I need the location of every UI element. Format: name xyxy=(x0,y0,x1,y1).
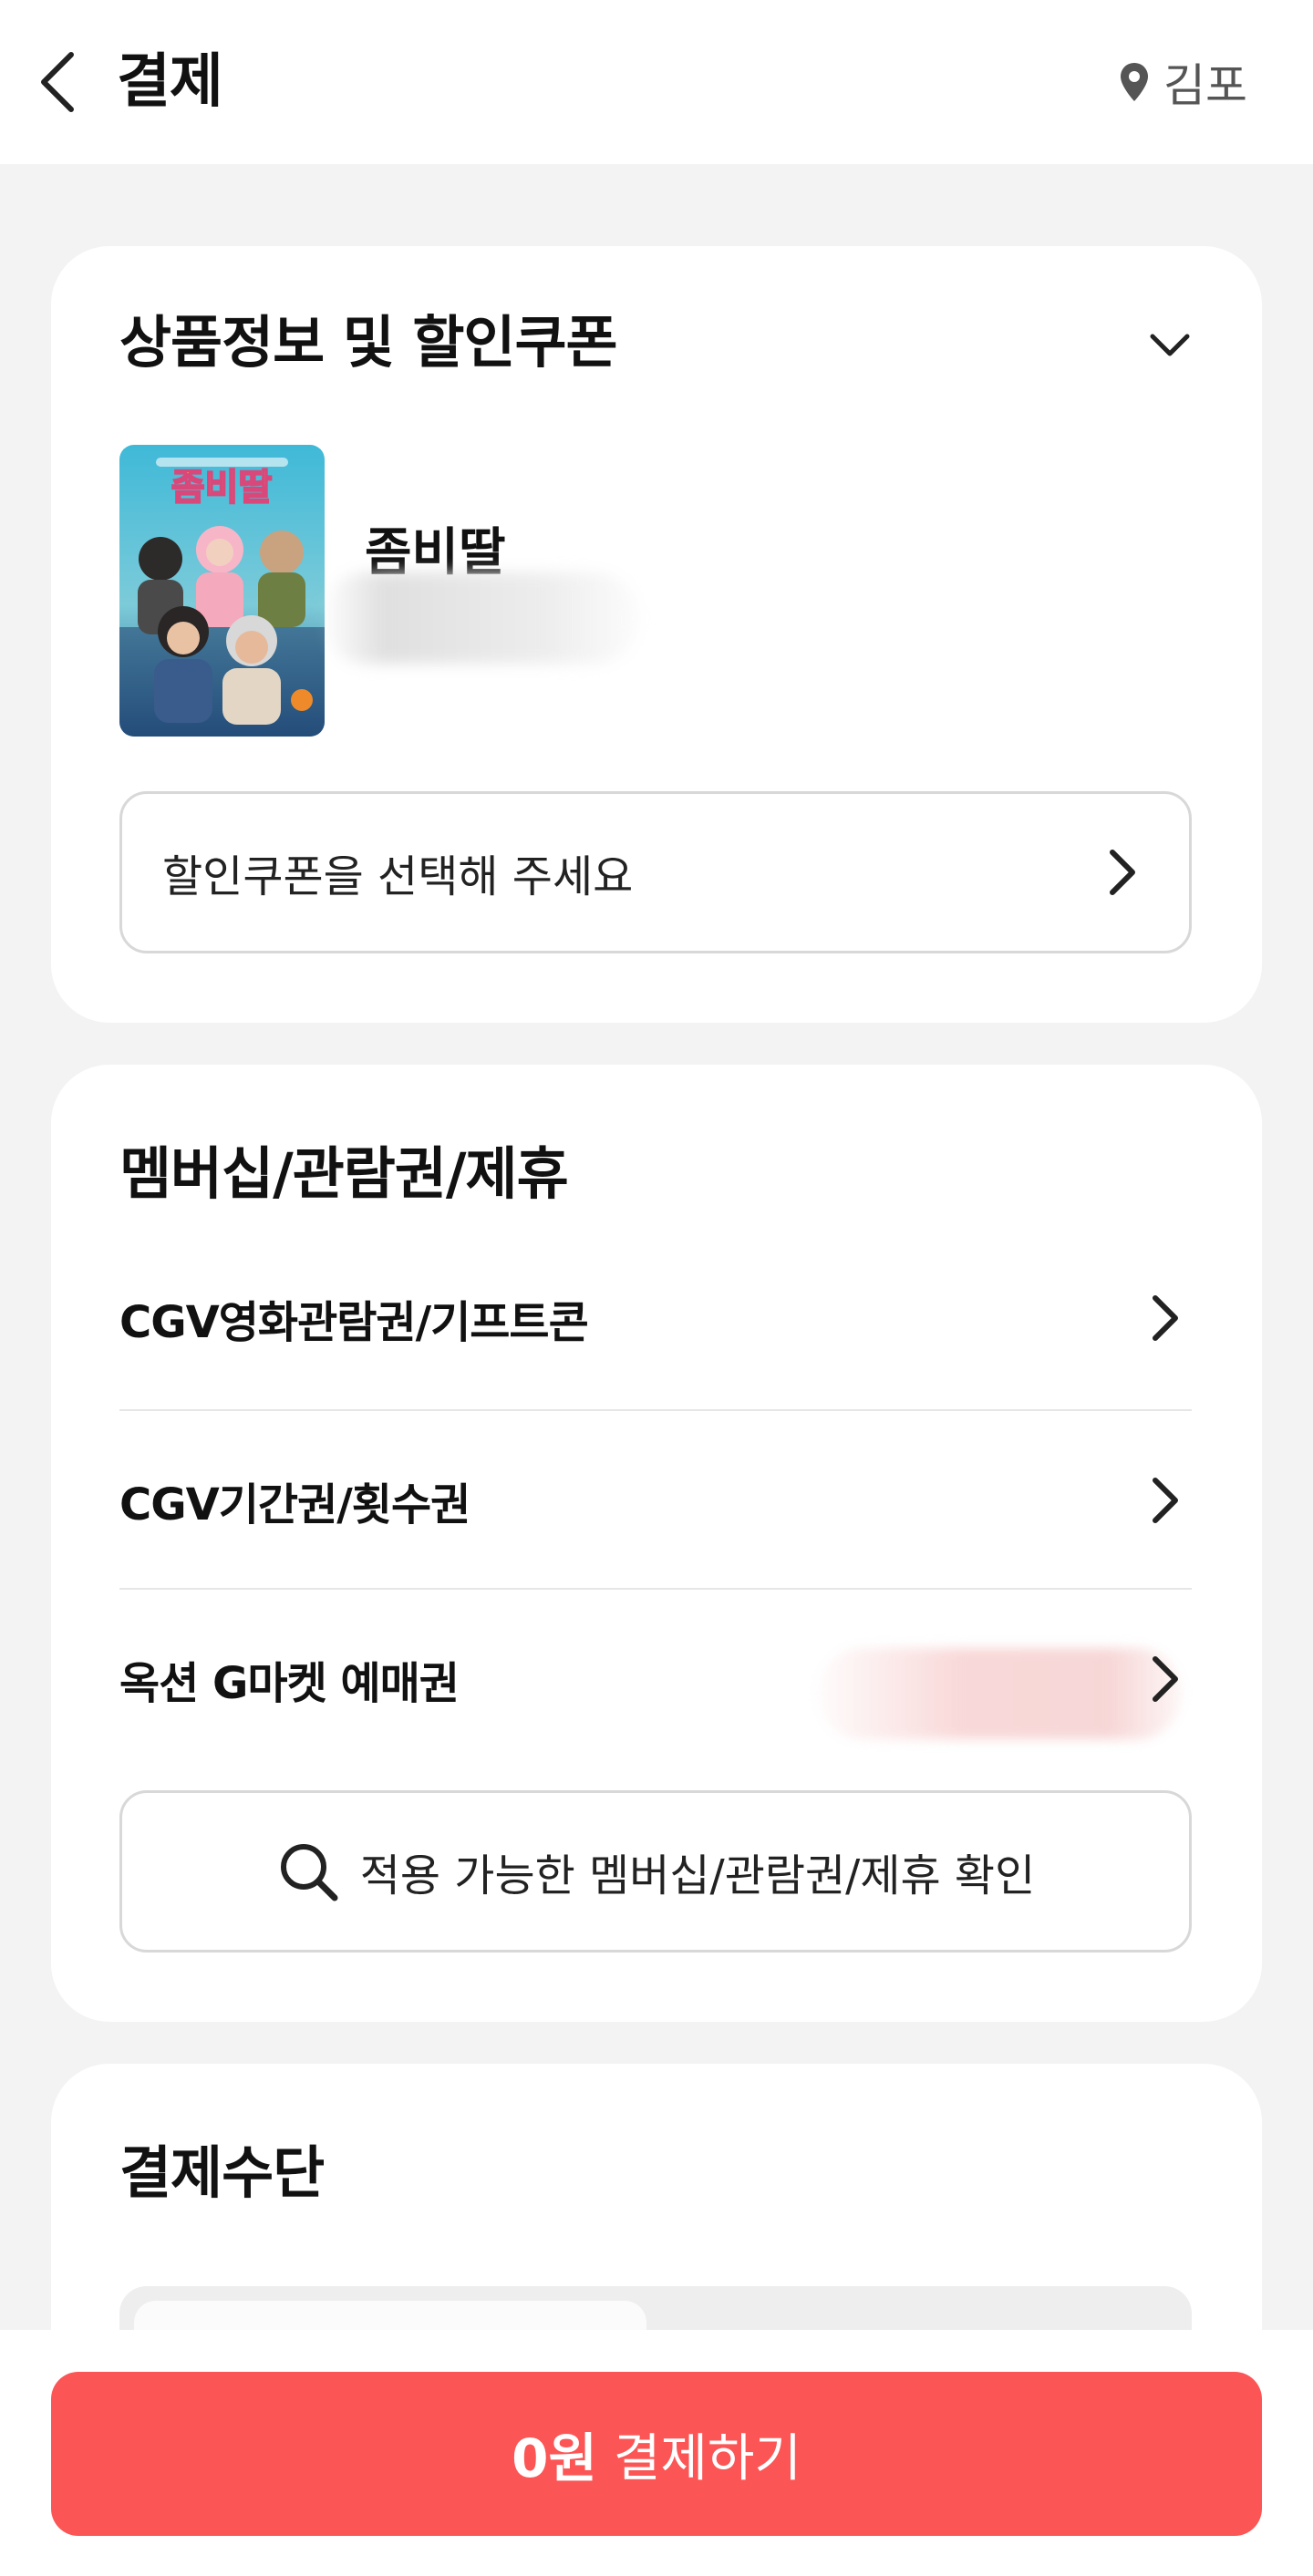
back-icon[interactable] xyxy=(33,46,88,118)
pay-amount: 0원 xyxy=(512,2427,597,2489)
section-title-product: 상품정보 및 할인쿠폰 xyxy=(119,309,618,376)
chevron-right-icon xyxy=(1153,1656,1178,1702)
redacted-area xyxy=(321,572,640,664)
pay-button[interactable]: 0원 결제하기 xyxy=(51,2372,1262,2536)
chevron-right-icon xyxy=(1110,850,1135,895)
bottom-pay-bar: 0원 결제하기 xyxy=(0,2330,1313,2576)
list-item-cgv-gift[interactable]: CGV영화관람권/기프트콘 xyxy=(119,1229,1192,1407)
pay-button-label: 결제하기 xyxy=(613,2428,801,2488)
product-coupon-card: 상품정보 및 할인쿠폰 좀비딸 좀비딸 할인쿠폰을 선택해 주세요 xyxy=(51,246,1262,1023)
membership-card: 멤버십/관람권/제휴 CGV영화관람권/기프트콘 CGV기간권/횟수권 옥션 G… xyxy=(51,1065,1262,2022)
location-label: 김포 xyxy=(1163,59,1247,112)
list-item-label: 옥션 G마켓 예매권 xyxy=(119,1658,460,1709)
location-selector[interactable]: 김포 xyxy=(1118,46,1247,118)
page-title: 결제 xyxy=(117,48,223,116)
movie-poster: 좀비딸 xyxy=(119,445,325,737)
search-icon xyxy=(280,1844,338,1901)
location-pin-icon xyxy=(1121,63,1148,101)
list-item-cgv-period[interactable]: CGV기간권/횟수권 xyxy=(119,1411,1192,1590)
chevron-down-icon[interactable] xyxy=(1145,321,1194,370)
list-item-label: CGV기간권/횟수권 xyxy=(119,1479,470,1530)
poster-title-text: 좀비딸 xyxy=(171,467,273,509)
coupon-select[interactable]: 할인쿠폰을 선택해 주세요 xyxy=(119,791,1192,953)
check-applicable-label: 적용 가능한 멤버십/관람권/제휴 확인 xyxy=(359,1850,1036,1901)
chevron-right-icon xyxy=(1153,1295,1178,1341)
chevron-right-icon xyxy=(1153,1478,1178,1523)
check-applicable-button[interactable]: 적용 가능한 멤버십/관람권/제휴 확인 xyxy=(119,1790,1192,1953)
list-item-label: CGV영화관람권/기프트콘 xyxy=(119,1297,589,1348)
top-app-bar: 결제 김포 xyxy=(0,0,1313,164)
section-title-payment: 결제수단 xyxy=(119,2139,325,2206)
section-title-membership: 멤버십/관람권/제휴 xyxy=(119,1140,569,1207)
coupon-select-placeholder: 할인쿠폰을 선택해 주세요 xyxy=(162,851,634,902)
list-item-auction-gmarket[interactable]: 옥션 G마켓 예매권 xyxy=(119,1590,1192,1768)
